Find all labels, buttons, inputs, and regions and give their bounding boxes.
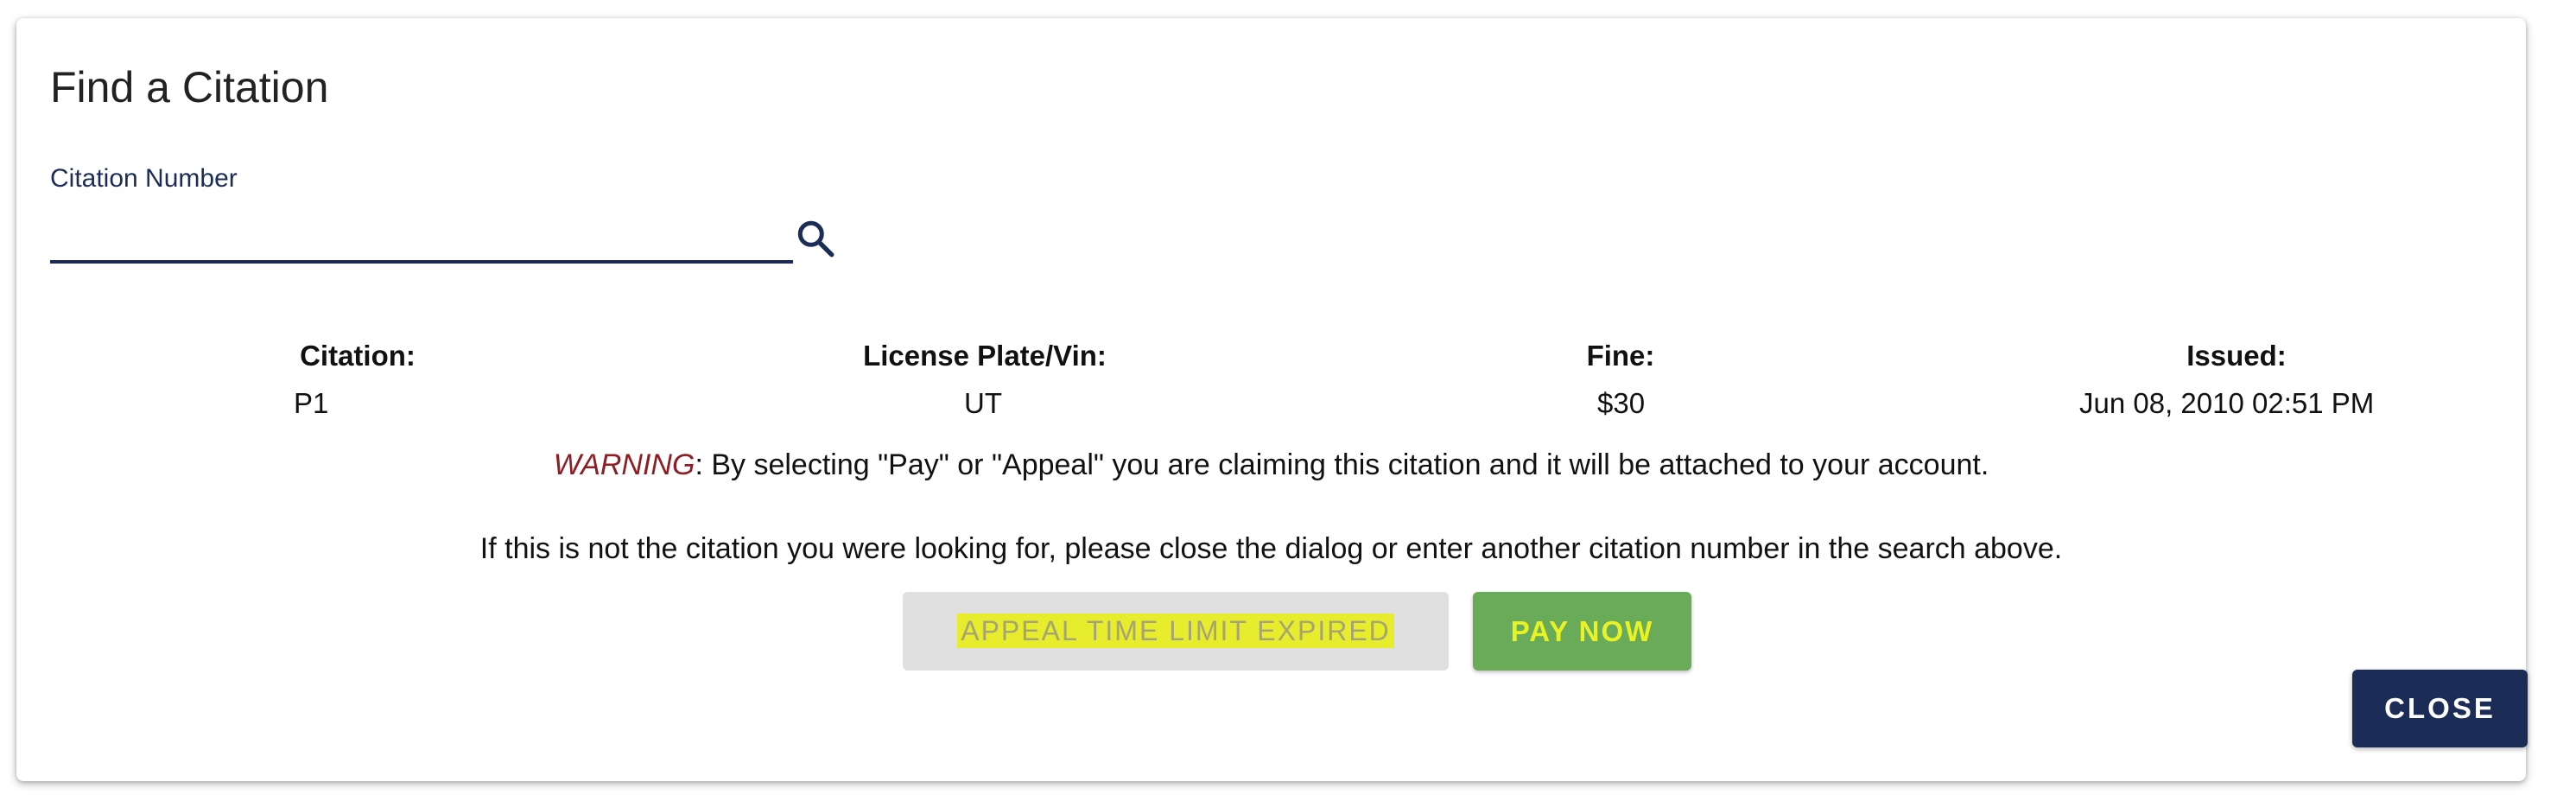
issued-column: Issued: Jun 08, 2010 02:51 PM (1934, 339, 2539, 419)
citation-value: P1 (294, 387, 329, 419)
plate-column: License Plate/Vin: UT (682, 339, 1287, 419)
close-button[interactable]: CLOSE (2352, 670, 2528, 747)
fine-column: Fine: $30 (1318, 339, 1923, 419)
search-icon[interactable] (794, 217, 837, 260)
fine-value: $30 (1597, 387, 1646, 419)
pay-now-button[interactable]: PAY NOW (1473, 592, 1691, 671)
citation-header: Citation: (300, 340, 416, 372)
info-text: If this is not the citation you were loo… (479, 532, 2063, 565)
appeal-button-label: APPEAL TIME LIMIT EXPIRED (957, 613, 1394, 648)
plate-header: License Plate/Vin: (863, 340, 1107, 372)
citation-column: Citation: P1 (55, 339, 660, 419)
plate-value: UT (964, 387, 1002, 419)
warning-text: : By selecting "Pay" or "Appeal" you are… (695, 448, 1989, 481)
warning-prefix: WARNING (553, 448, 695, 481)
fine-header: Fine: (1586, 340, 1655, 372)
citation-number-input[interactable] (50, 210, 793, 264)
find-citation-dialog: Find a Citation Citation Number Citation… (16, 18, 2528, 781)
dialog-title: Find a Citation (50, 63, 329, 111)
issued-header: Issued: (2186, 340, 2287, 372)
claim-warning: WARNING: By selecting "Pay" or "Appeal" … (16, 448, 2526, 483)
issued-value: Jun 08, 2010 02:51 PM (2079, 387, 2375, 419)
citation-number-label: Citation Number (50, 164, 238, 193)
appeal-button[interactable]: APPEAL TIME LIMIT EXPIRED (903, 592, 1449, 671)
